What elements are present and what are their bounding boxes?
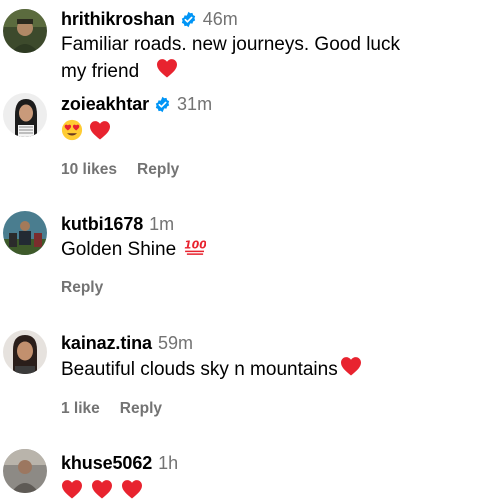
comment-username[interactable]: hrithikroshan (61, 9, 175, 30)
red-heart-icon (340, 356, 362, 384)
red-heart-icon (61, 479, 83, 500)
comment-text: Familiar roads. new journeys. Good luck … (61, 34, 400, 83)
avatar[interactable] (3, 9, 47, 53)
comment-text: Beautiful clouds sky n mountains (61, 359, 338, 380)
comment-likes-count[interactable]: 1 like (61, 400, 100, 418)
comment-username[interactable]: kainaz.tina (61, 333, 152, 354)
red-heart-icon (121, 479, 143, 500)
reply-button[interactable]: Reply (137, 161, 179, 179)
avatar[interactable] (3, 93, 47, 137)
comment-timestamp: 31m (177, 93, 213, 114)
comment-timestamp: 46m (202, 8, 238, 29)
verified-badge-icon (180, 11, 197, 28)
comment-likes-count[interactable]: 10 likes (61, 161, 117, 179)
comment-username[interactable]: zoieakhtar (61, 94, 149, 115)
comment-item: kainaz.tina 59m Beautiful clouds sky n m… (0, 325, 500, 425)
comment-username[interactable]: kutbi1678 (61, 214, 143, 235)
reply-button[interactable]: Reply (120, 400, 162, 418)
comment-timestamp: 1h (158, 452, 179, 473)
comment-username[interactable]: khuse5062 (61, 453, 152, 474)
svg-text:100: 100 (184, 239, 206, 252)
red-heart-icon (156, 58, 178, 86)
comment-item: kutbi1678 1m Golden Shine 100 Reply (0, 205, 500, 305)
verified-badge-icon (154, 96, 171, 113)
comment-text: Golden Shine (61, 239, 177, 260)
comment-item: hrithikroshan 46m Familiar roads. new jo… (0, 0, 500, 92)
red-heart-icon (91, 479, 113, 500)
comment-timestamp: 59m (157, 332, 193, 353)
hundred-points-emoji-icon: 100 (184, 237, 207, 263)
avatar[interactable] (3, 449, 47, 493)
comment-item: khuse5062 1h (0, 445, 500, 500)
comment-timestamp: 1m (149, 213, 175, 234)
avatar[interactable] (3, 330, 47, 374)
reply-button[interactable]: Reply (61, 279, 103, 297)
comment-item: zoieakhtar 31m 10 likes Reply (0, 86, 500, 186)
comments-feed: hrithikroshan 46m Familiar roads. new jo… (0, 0, 500, 500)
avatar[interactable] (3, 211, 47, 255)
red-heart-icon (89, 120, 111, 145)
heart-eyes-emoji-icon (61, 119, 83, 146)
